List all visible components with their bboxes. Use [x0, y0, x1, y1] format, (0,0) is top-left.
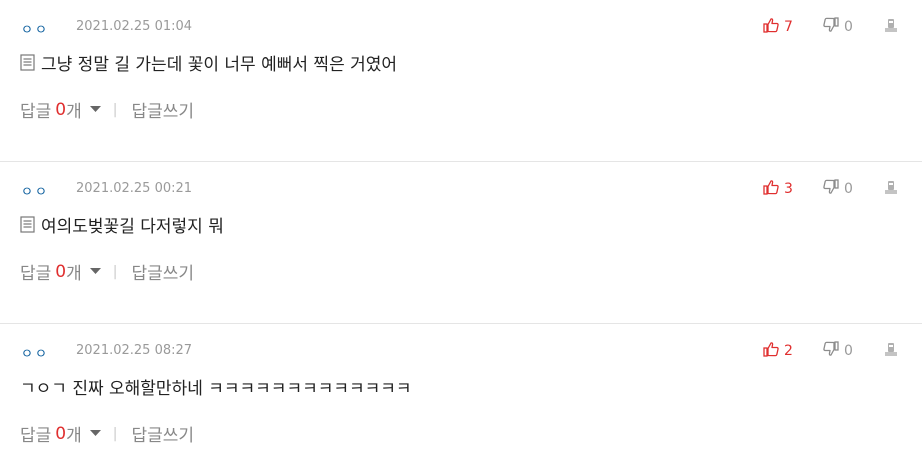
dislike-button[interactable]: 0 — [823, 341, 853, 361]
like-button[interactable]: 3 — [763, 179, 793, 199]
comment-item: ㅇㅇ 2021.02.25 08:27 2 0 ㄱㅇㄱ 진짜 오해할만하네 ㅋㅋ… — [0, 324, 922, 469]
report-icon[interactable] — [884, 18, 898, 37]
reply-label: 답글 — [20, 264, 52, 284]
comment-date: 2021.02.25 01:04 — [76, 19, 193, 34]
dislike-count: 0 — [844, 343, 853, 359]
dislike-count: 0 — [844, 19, 853, 35]
like-count: 2 — [784, 343, 793, 359]
like-count: 3 — [784, 181, 793, 197]
like-button[interactable]: 7 — [763, 17, 793, 37]
caret-down-icon — [89, 106, 101, 113]
reply-label: 답글 — [20, 426, 52, 446]
write-reply-link[interactable]: 답글쓰기 — [131, 259, 194, 284]
comment-text: 여의도벚꽃길 다저렇지 뭐 — [41, 217, 224, 237]
comment-author[interactable]: ㅇㅇ — [21, 343, 49, 362]
document-icon — [20, 216, 35, 233]
dislike-button[interactable]: 0 — [823, 17, 853, 37]
reply-count: 0 — [55, 99, 67, 120]
reply-unit: 개 — [66, 102, 82, 122]
dislike-count: 0 — [844, 181, 853, 197]
dislike-button[interactable]: 0 — [823, 179, 853, 199]
reply-label: 답글 — [20, 102, 52, 122]
thumbs-down-icon — [823, 17, 839, 37]
comment-text: 그냥 정말 길 가는데 꽃이 너무 예뻐서 찍은 거였어 — [41, 55, 398, 75]
like-button[interactable]: 2 — [763, 341, 793, 361]
document-icon — [20, 54, 35, 71]
report-icon[interactable] — [884, 342, 898, 361]
comment-author[interactable]: ㅇㅇ — [21, 19, 49, 38]
separator: | — [112, 101, 118, 118]
comment-text: ㄱㅇㄱ 진짜 오해할만하네 ㅋㅋㅋㅋㅋㅋㅋㅋㅋㅋㅋㅋㅋ — [20, 379, 412, 399]
reply-toggle[interactable]: 답글 0 개 — [20, 97, 101, 122]
reply-toggle[interactable]: 답글 0 개 — [20, 259, 101, 284]
comment-date: 2021.02.25 00:21 — [76, 181, 193, 196]
write-reply-link[interactable]: 답글쓰기 — [131, 421, 194, 446]
separator: | — [112, 425, 118, 442]
comment-item: ㅇㅇ 2021.02.25 00:21 3 0 여의도벚꽃길 다저렇지 뭐 답글… — [0, 162, 922, 324]
reply-unit: 개 — [66, 426, 82, 446]
reply-row: 답글 0 개 | 답글쓰기 — [20, 97, 194, 123]
caret-down-icon — [89, 430, 101, 437]
report-icon[interactable] — [884, 180, 898, 199]
thumbs-up-icon — [763, 341, 779, 361]
caret-down-icon — [89, 268, 101, 275]
thumbs-down-icon — [823, 341, 839, 361]
comment-body: 그냥 정말 길 가는데 꽃이 너무 예뻐서 찍은 거였어 — [20, 50, 397, 75]
reply-count: 0 — [55, 423, 67, 444]
reply-count: 0 — [55, 261, 67, 282]
comment-body: ㄱㅇㄱ 진짜 오해할만하네 ㅋㅋㅋㅋㅋㅋㅋㅋㅋㅋㅋㅋㅋ — [20, 374, 412, 399]
reply-toggle[interactable]: 답글 0 개 — [20, 421, 101, 446]
comment-date: 2021.02.25 08:27 — [76, 343, 193, 358]
reply-row: 답글 0 개 | 답글쓰기 — [20, 259, 194, 285]
separator: | — [112, 263, 118, 280]
thumbs-up-icon — [763, 179, 779, 199]
comment-author[interactable]: ㅇㅇ — [21, 181, 49, 200]
write-reply-link[interactable]: 답글쓰기 — [131, 97, 194, 122]
like-count: 7 — [784, 19, 793, 35]
reply-row: 답글 0 개 | 답글쓰기 — [20, 421, 194, 447]
comment-item: ㅇㅇ 2021.02.25 01:04 7 0 그냥 정말 길 가는데 꽃이 너… — [0, 0, 922, 162]
thumbs-down-icon — [823, 179, 839, 199]
reply-unit: 개 — [66, 264, 82, 284]
thumbs-up-icon — [763, 17, 779, 37]
comment-body: 여의도벚꽃길 다저렇지 뭐 — [20, 212, 224, 237]
